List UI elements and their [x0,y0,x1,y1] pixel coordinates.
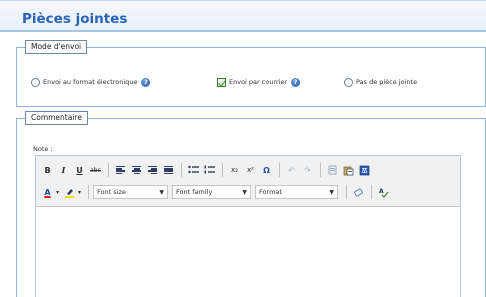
commentaire-legend: Commentaire [25,111,88,125]
undo-button[interactable]: ↶ [284,163,299,178]
checkbox-courrier[interactable] [217,77,226,87]
rich-text-editor: B I U abc x₂ x² Ω ↶ ↷ W A ▾ ▾ Font size … [35,155,461,297]
font-color-dropdown-icon[interactable]: ▾ [56,189,59,196]
toolbar-separator [88,185,90,199]
paste-word-icon[interactable]: W [357,163,372,178]
toolbar-separator [320,163,321,177]
font-size-select[interactable]: Font size ▼ [93,185,169,199]
option-electronique-label: Envoi au format électronique [43,78,138,86]
option-aucune-label: Pas de pièce jointe [356,78,418,86]
note-label: Note : [33,145,53,153]
superscript-button[interactable]: x² [243,163,258,178]
underline-button[interactable]: U [72,163,87,178]
chevron-down-icon: ▼ [159,188,165,196]
bullet-list-icon[interactable] [186,163,201,178]
help-icon[interactable]: ? [291,77,301,87]
highlight-dropdown-icon[interactable]: ▾ [78,189,81,196]
editor-toolbar: B I U abc x₂ x² Ω ↶ ↷ W A ▾ ▾ Font size … [36,156,460,207]
font-size-select-label: Font size [97,188,126,196]
help-icon[interactable]: ? [141,77,151,87]
special-char-button[interactable]: Ω [259,163,274,178]
chevron-down-icon: ▼ [242,188,248,196]
font-family-select-label: Font family [176,188,213,196]
align-justify-icon[interactable] [161,163,176,178]
toolbar-separator [371,185,373,199]
cut-icon[interactable] [325,163,340,178]
radio-electronique[interactable] [31,77,40,87]
chevron-down-icon: ▼ [329,188,335,196]
toolbar-separator [108,163,109,177]
mode-envoi-fieldset: Mode d'envoi Envoi au format électroniqu… [16,40,486,107]
toolbar-separator [279,163,280,177]
page-title-bar: Pièces jointes [0,0,486,32]
option-courrier-label: Envoi par courrier [229,78,288,86]
format-select[interactable]: Format ▼ [255,185,339,199]
radio-aucune[interactable] [344,77,353,87]
highlight-color-icon[interactable] [62,185,77,200]
toolbar-row-2: A ▾ ▾ Font size ▼ Font family ▼ Format ▼ [40,183,392,201]
numbered-list-icon[interactable] [202,163,217,178]
editor-text-area[interactable] [36,208,460,297]
align-right-icon[interactable] [145,163,160,178]
toolbar-separator [222,163,223,177]
page-title: Pièces jointes [22,11,128,27]
italic-button[interactable]: I [56,163,71,178]
svg-text:W: W [362,168,368,174]
option-aucune[interactable]: Pas de pièce jointe [344,76,417,88]
toolbar-separator [346,185,348,199]
align-center-icon[interactable] [129,163,144,178]
remove-format-icon[interactable] [351,185,366,200]
font-family-select[interactable]: Font family ▼ [172,185,252,199]
commentaire-fieldset: Commentaire Note : B I U abc x₂ x² Ω ↶ ↷… [16,111,486,297]
mode-envoi-legend: Mode d'envoi [25,40,88,54]
align-left-icon[interactable] [113,163,128,178]
strikethrough-button[interactable]: abc [88,163,103,178]
paste-text-icon[interactable] [341,163,356,178]
option-courrier[interactable]: Envoi par courrier ? [217,76,301,88]
spellcheck-icon[interactable]: A [376,185,391,200]
svg-text:A: A [379,188,384,195]
redo-button[interactable]: ↷ [300,163,315,178]
toolbar-separator [181,163,182,177]
option-electronique[interactable]: Envoi au format électronique ? [31,76,151,88]
format-select-label: Format [259,188,282,196]
toolbar-row-1: B I U abc x₂ x² Ω ↶ ↷ W [40,161,373,179]
font-color-button[interactable]: A [40,185,55,200]
subscript-button[interactable]: x₂ [227,163,242,178]
bold-button[interactable]: B [40,163,55,178]
